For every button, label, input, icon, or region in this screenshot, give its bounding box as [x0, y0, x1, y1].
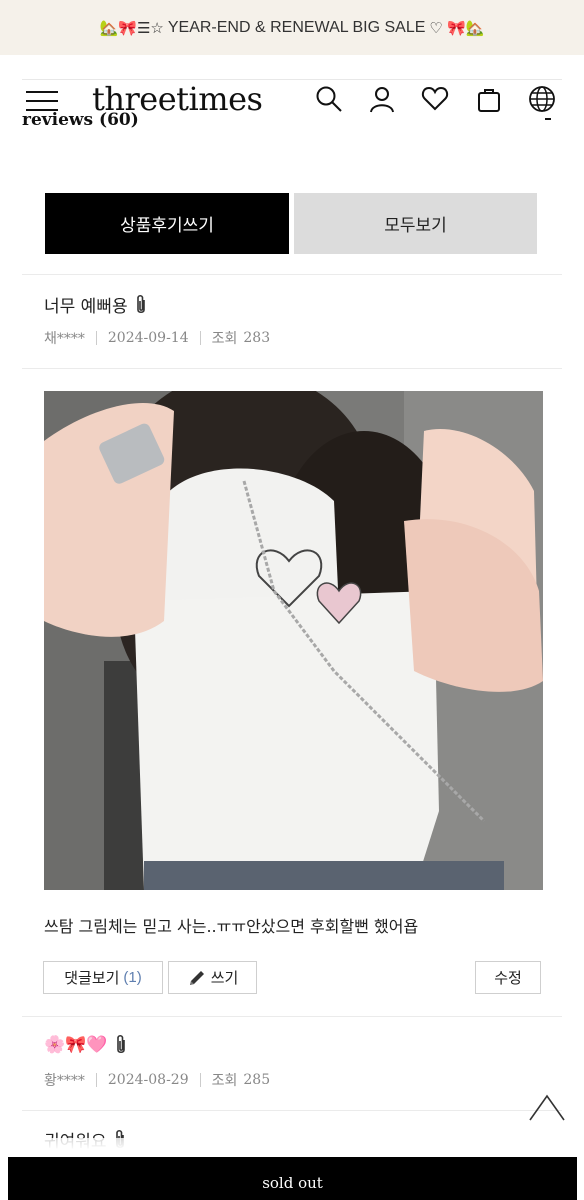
review-photo-illustration: [44, 391, 543, 890]
heart-icon[interactable]: [421, 85, 449, 113]
banner-emoji-left: 🏡🎀☰☆: [99, 19, 164, 37]
edit-review-button[interactable]: 수정: [475, 961, 541, 994]
review-date: 2024-09-14: [107, 330, 189, 346]
review-views-label: 조회: [211, 1073, 238, 1089]
divider: [22, 368, 562, 369]
review-views-label: 조회: [211, 331, 238, 347]
attachment-clip-icon: [136, 294, 145, 313]
review-author: 채****: [44, 331, 85, 347]
review-date: 2024-08-29: [107, 1072, 189, 1088]
review-author: 황****: [44, 1073, 85, 1089]
write-review-button[interactable]: 상품후기쓰기: [45, 193, 289, 254]
reviews-count-title: reviews (60): [22, 110, 139, 130]
meta-separator: [199, 331, 201, 345]
banner-emoji-right: ♡ 🎀🏡: [429, 19, 485, 37]
review-title-text: 🌸🎀🩷: [44, 1035, 108, 1055]
write-comment-label: 쓰기: [210, 970, 239, 987]
comments-count: (1): [123, 969, 142, 986]
search-icon[interactable]: [315, 85, 343, 113]
globe-dropdown-indicator: [545, 118, 551, 120]
view-comments-button[interactable]: 댓글보기 (1): [43, 961, 163, 994]
meta-separator: [199, 1073, 201, 1087]
review-meta: 황**** 2024-08-29 조회 285: [44, 1070, 270, 1090]
meta-separator: [95, 331, 97, 345]
meta-separator: [95, 1073, 97, 1087]
scroll-to-top-icon[interactable]: [528, 1093, 566, 1123]
review-title[interactable]: 너무 예뻐용: [44, 292, 148, 317]
review-meta: 채**** 2024-09-14 조회 283: [44, 328, 270, 348]
banner-text: YEAR-END & RENEWAL BIG SALE: [167, 18, 426, 36]
view-all-button[interactable]: 모두보기: [294, 193, 537, 254]
pencil-icon: [189, 970, 204, 985]
divider: [22, 1110, 562, 1111]
cart-icon[interactable]: [475, 85, 503, 113]
promo-banner[interactable]: 🏡🎀☰☆ YEAR-END & RENEWAL BIG SALE ♡ 🎀🏡: [0, 0, 584, 55]
review-views-count: 283: [243, 330, 271, 346]
divider: [22, 274, 562, 275]
attachment-clip-icon: [116, 1034, 125, 1054]
review-views-count: 285: [243, 1072, 271, 1088]
review-title[interactable]: 🌸🎀🩷: [44, 1034, 128, 1056]
view-comments-label: 댓글보기: [64, 970, 120, 987]
review-body: 쓰탐 그림체는 믿고 사는..ㅠㅠ안샀으면 후회할뻔 했어욥: [44, 917, 419, 936]
review-title-text: 너무 예뻐용: [44, 297, 128, 317]
user-icon[interactable]: [368, 85, 396, 113]
divider: [22, 1016, 562, 1017]
globe-icon[interactable]: [528, 85, 556, 113]
write-comment-button[interactable]: 쓰기: [168, 961, 257, 994]
sold-out-button[interactable]: sold out: [8, 1157, 577, 1200]
review-photo[interactable]: [44, 391, 543, 890]
